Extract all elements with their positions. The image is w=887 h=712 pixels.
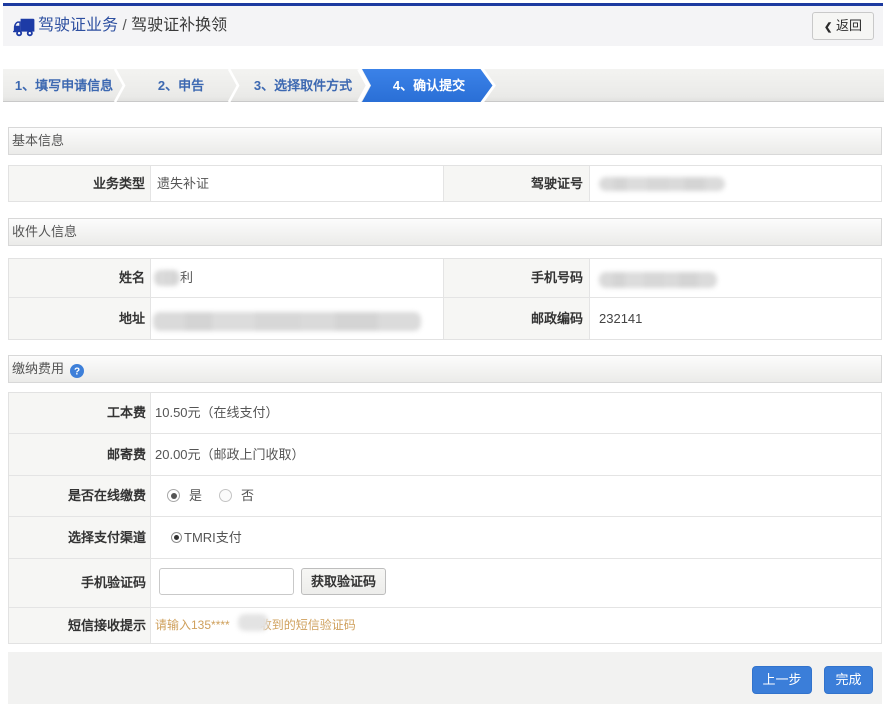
svg-text:3、选择取件方式: 3、选择取件方式 <box>254 78 352 93</box>
svg-text:1、填写申请信息: 1、填写申请信息 <box>15 78 113 93</box>
svg-text:?: ? <box>74 367 80 378</box>
svg-text:2、申告: 2、申告 <box>158 78 204 93</box>
svg-text:4、确认提交: 4、确认提交 <box>393 78 465 93</box>
